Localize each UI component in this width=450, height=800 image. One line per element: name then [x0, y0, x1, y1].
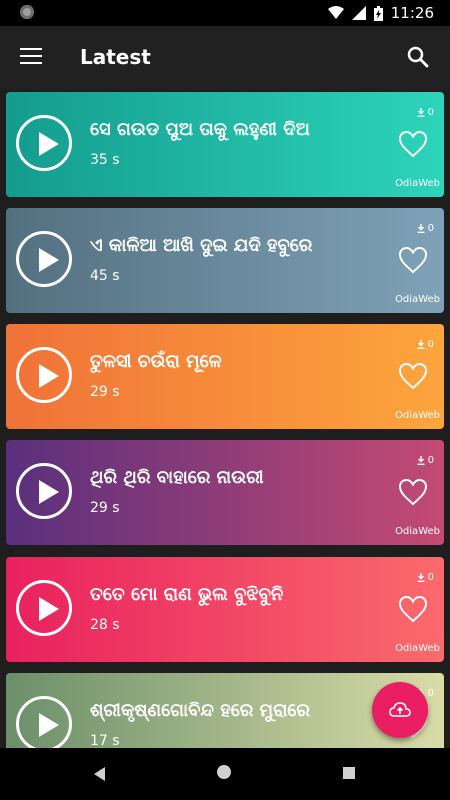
- song-card[interactable]: ଏ କାଳିଆ ଆଖି ଦୁଇ ଯଦି ହବୁରେ 45 s 0 OdiaWeb: [6, 208, 444, 313]
- song-title: ଥିରି ଥିରି ବାହାରେ ନାଉରୀ: [90, 467, 264, 488]
- play-icon: [39, 248, 59, 272]
- play-button[interactable]: [16, 115, 72, 171]
- song-duration: 17 s: [90, 733, 120, 748]
- download-icon: [417, 340, 425, 349]
- status-time: 11:26: [390, 4, 434, 22]
- recents-icon[interactable]: [343, 767, 355, 779]
- search-icon[interactable]: [406, 45, 430, 69]
- play-icon: [39, 364, 59, 388]
- download-icon: [417, 224, 425, 233]
- download-count-value: 0: [427, 107, 434, 118]
- menu-icon[interactable]: [20, 48, 42, 66]
- play-button[interactable]: [16, 231, 72, 287]
- song-duration: 45 s: [90, 268, 120, 284]
- song-duration: 35 s: [90, 152, 120, 168]
- download-count-value: 0: [427, 572, 434, 583]
- download-count: 0: [417, 223, 434, 234]
- brand-label: OdiaWeb: [395, 526, 440, 537]
- play-button[interactable]: [16, 580, 72, 636]
- system-nav-bar: [0, 748, 450, 800]
- heart-icon[interactable]: [398, 246, 428, 274]
- play-icon: [39, 713, 59, 737]
- download-count: 0: [417, 572, 434, 583]
- play-icon: [39, 597, 59, 621]
- page-title: Latest: [80, 45, 151, 69]
- upload-button[interactable]: [372, 682, 428, 738]
- heart-icon[interactable]: [398, 362, 428, 390]
- signal-icon: [351, 6, 366, 20]
- song-duration: 28 s: [90, 617, 120, 633]
- download-count-value: 0: [427, 688, 434, 699]
- app-bar: Latest: [0, 26, 450, 90]
- play-icon: [39, 132, 59, 156]
- song-card[interactable]: ଥିରି ଥିରି ବାହାରେ ନାଉରୀ 29 s 0 OdiaWeb: [6, 440, 444, 545]
- notification-icon: [20, 5, 34, 19]
- brand-label: OdiaWeb: [395, 178, 440, 189]
- song-duration: 29 s: [90, 500, 120, 516]
- cloud-upload-icon: [389, 702, 411, 717]
- play-button[interactable]: [16, 463, 72, 519]
- wifi-icon: [327, 6, 344, 19]
- brand-label: OdiaWeb: [395, 294, 440, 305]
- song-title: ଶ୍ରୀକୃଷ୍ଣଗୋବିନ୍ଦ ହରେ ମୁରାରେ: [90, 700, 311, 721]
- song-card[interactable]: ତୁଳସୀ ଚଉଁରା ମୂଳେ 29 s 0 OdiaWeb: [6, 324, 444, 429]
- play-button[interactable]: [16, 696, 72, 748]
- song-title: ଏ କାଳିଆ ଆଖି ଦୁଇ ଯଦି ହବୁରେ: [90, 235, 313, 256]
- song-title: ତତେ ମୋ ରାଣ ଭୁଲ ବୁଝିବୁନି: [90, 584, 284, 605]
- battery-icon: [373, 5, 383, 21]
- download-count: 0: [417, 107, 434, 118]
- song-title: ତୁଳସୀ ଚଉଁରା ମୂଳେ: [90, 351, 222, 372]
- download-icon: [417, 573, 425, 582]
- brand-label: OdiaWeb: [395, 410, 440, 421]
- song-duration: 29 s: [90, 384, 120, 400]
- download-icon: [417, 456, 425, 465]
- heart-icon[interactable]: [398, 130, 428, 158]
- download-count-value: 0: [427, 455, 434, 466]
- home-icon[interactable]: [217, 765, 231, 779]
- song-title: ସେ ଗଉଡ ପୁଅ ତାକୁ ଲହୁଣୀ ଦିଅ: [90, 119, 310, 140]
- download-count-value: 0: [427, 339, 434, 350]
- play-button[interactable]: [16, 347, 72, 403]
- brand-label: OdiaWeb: [395, 643, 440, 654]
- song-card[interactable]: ତତେ ମୋ ରାଣ ଭୁଲ ବୁଝିବୁନି 28 s 0 OdiaWeb: [6, 557, 444, 662]
- heart-icon[interactable]: [398, 478, 428, 506]
- download-icon: [417, 108, 425, 117]
- play-icon: [39, 480, 59, 504]
- status-bar: 11:26: [0, 0, 450, 26]
- back-icon[interactable]: [92, 766, 106, 782]
- heart-icon[interactable]: [398, 595, 428, 623]
- song-card[interactable]: ସେ ଗଉଡ ପୁଅ ତାକୁ ଲହୁଣୀ ଦିଅ 35 s 0 OdiaWeb: [6, 92, 444, 197]
- song-list[interactable]: ସେ ଗଉଡ ପୁଅ ତାକୁ ଲହୁଣୀ ଦିଅ 35 s 0 OdiaWeb…: [0, 90, 450, 748]
- download-count: 0: [417, 339, 434, 350]
- download-count-value: 0: [427, 223, 434, 234]
- download-count: 0: [417, 455, 434, 466]
